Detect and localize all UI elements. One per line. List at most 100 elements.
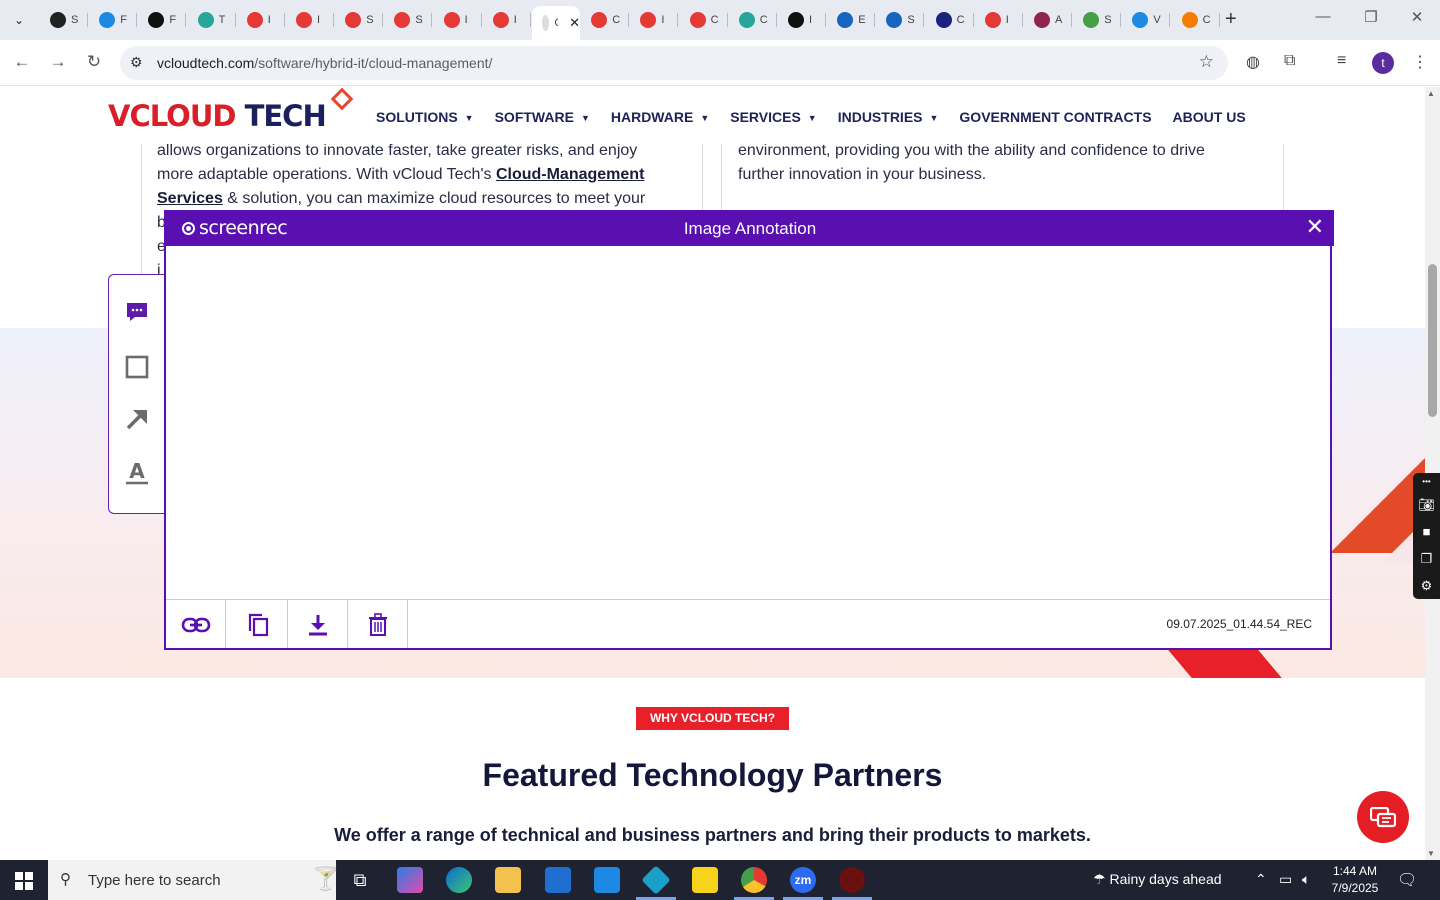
url-text[interactable]: vcloudtech.com/software/hybrid-it/cloud-… [157,55,492,71]
media-control-icon[interactable]: ≡ [1337,52,1346,70]
browser-tab[interactable]: S [40,6,88,34]
weather-widget[interactable]: ☂ Rainy days ahead [1093,871,1222,888]
browser-tab[interactable]: I [237,6,285,34]
browser-tab[interactable]: C [680,6,728,34]
new-tab-button[interactable]: + [1225,8,1237,30]
vpn-app-icon[interactable] [641,865,671,895]
close-window-button[interactable]: ✕ [1394,8,1440,26]
scrollbar-thumb[interactable] [1428,264,1437,417]
browser-tab[interactable]: F [89,6,138,34]
browser-tab[interactable]: F [138,6,187,34]
vcloudtech-logo[interactable]: VCLOUD TECH [108,98,327,134]
extensions-icon[interactable]: ⧉ [1284,52,1295,70]
browser-tab[interactable]: C [1172,6,1220,34]
browser-tab[interactable]: S [876,6,925,34]
delete-button[interactable] [348,600,408,648]
tab-favicon-icon [591,12,608,28]
gallery-icon[interactable]: ❐ [1413,545,1440,572]
tab-title: S [366,14,374,26]
browser-tab[interactable]: I [483,6,531,34]
copilot-icon[interactable] [397,867,423,893]
arrow-tool-button[interactable] [123,407,151,435]
download-button[interactable] [288,600,348,648]
browser-tab[interactable]: I [975,6,1023,34]
taskbar-search-box[interactable]: ⚲ Type here to search 🍸 [48,860,339,900]
annotation-canvas[interactable] [166,246,1330,600]
scroll-down-arrow-icon[interactable]: ▼ [1427,849,1435,858]
bookmark-star-icon[interactable]: ☆ [1199,52,1214,72]
browser-tab[interactable]: I [286,6,334,34]
nav-item-hardware[interactable]: HARDWARE ▼ [611,109,709,125]
start-button[interactable] [0,860,48,900]
tab-search-button[interactable]: ⌄ [6,7,32,33]
reload-icon[interactable]: ↻ [82,52,106,72]
task-view-icon[interactable]: ⧉ [347,867,373,893]
camera-icon[interactable]: 📷︎ [1413,491,1440,518]
rectangle-icon [125,355,149,379]
mail-icon[interactable] [594,867,620,893]
minimize-button[interactable]: — [1300,8,1346,25]
browser-tab[interactable]: V [1122,6,1171,34]
restore-button[interactable]: ❐ [1348,8,1394,26]
notification-center-icon[interactable]: 🗨︎ [1397,870,1417,890]
settings-gear-icon[interactable]: ⚙ [1413,572,1440,599]
store-icon[interactable] [545,867,571,893]
file-explorer-icon[interactable] [495,867,521,893]
more-options-icon[interactable]: ••• [1413,473,1440,491]
browser-tab[interactable]: I [434,6,482,34]
copy-image-button[interactable] [228,600,288,648]
tab-title: S [907,14,915,26]
nav-item-label: SOLUTIONS [376,109,458,125]
system-clock[interactable]: 1:44 AM 7/9/2025 [1330,863,1380,897]
rectangle-tool-button[interactable] [123,355,151,383]
video-camera-icon[interactable]: ■ [1413,518,1440,545]
nav-item-industries[interactable]: INDUSTRIES ▼ [838,109,939,125]
back-icon[interactable]: ← [10,52,34,72]
browser-tab[interactable]: C [729,6,777,34]
services-link[interactable]: Services [157,190,223,207]
browser-tab[interactable]: S [384,6,433,34]
weather-text: Rainy days ahead [1109,871,1222,887]
nav-item-solutions[interactable]: SOLUTIONS ▼ [376,109,474,125]
browser-tab[interactable]: C [926,6,974,34]
browser-tab[interactable]: S [335,6,384,34]
volume-icon[interactable]: 🔈︎ [1302,871,1310,888]
browser-tab[interactable]: I [778,6,826,34]
browser-tab[interactable]: E [827,6,876,34]
nav-item-software[interactable]: SOFTWARE ▼ [495,109,590,125]
network-icon[interactable]: ▭ [1279,871,1292,888]
site-info-icon[interactable]: ⚙ [130,54,143,71]
browser-tab[interactable]: A [1024,6,1072,34]
nav-item-services[interactable]: SERVICES ▼ [730,109,816,125]
chrome-icon[interactable] [741,867,767,893]
edge-icon[interactable] [446,867,472,893]
tab-title: T [218,14,226,26]
nav-item-government-contracts[interactable]: GOVERNMENT CONTRACTS [959,109,1151,125]
left-column-text: allows organizations to innovate faster,… [157,139,687,211]
nav-item-label: SOFTWARE [494,109,574,125]
nav-item-about-us[interactable]: ABOUT US [1173,109,1246,125]
scroll-up-arrow-icon[interactable]: ▲ [1427,89,1435,98]
browser-tab[interactable]: C✕ [532,6,580,40]
browser-tab[interactable]: I [630,6,679,34]
menu-kebab-icon[interactable]: ⋮ [1412,52,1428,72]
chat-widget-button[interactable] [1357,791,1409,843]
address-bar[interactable]: ⚙ vcloudtech.com/software/hybrid-it/clou… [120,46,1228,80]
sticky-notes-icon[interactable] [692,867,718,893]
screenrec-taskbar-icon[interactable] [839,867,865,893]
browser-tab[interactable]: S [1073,6,1122,34]
forward-icon[interactable]: → [46,52,70,72]
close-annotation-button[interactable]: ✕ [1306,214,1324,240]
browser-tab[interactable]: T [188,6,236,34]
comment-tool-button[interactable] [123,301,151,329]
cloud-management-link[interactable]: Cloud-Management [496,166,644,183]
profile-avatar[interactable]: t [1372,52,1394,74]
text-tool-button[interactable]: A [123,459,151,487]
show-hidden-icons-chevron-icon[interactable]: ⌃ [1255,871,1267,888]
close-tab-icon[interactable]: ✕ [569,15,580,31]
zoom-icon[interactable]: zm [790,867,816,893]
browser-tab[interactable]: C [581,6,630,34]
copy-link-button[interactable] [166,600,226,648]
search-icon: ⚲ [60,871,71,888]
translate-icon[interactable]: ◍ [1246,52,1260,72]
